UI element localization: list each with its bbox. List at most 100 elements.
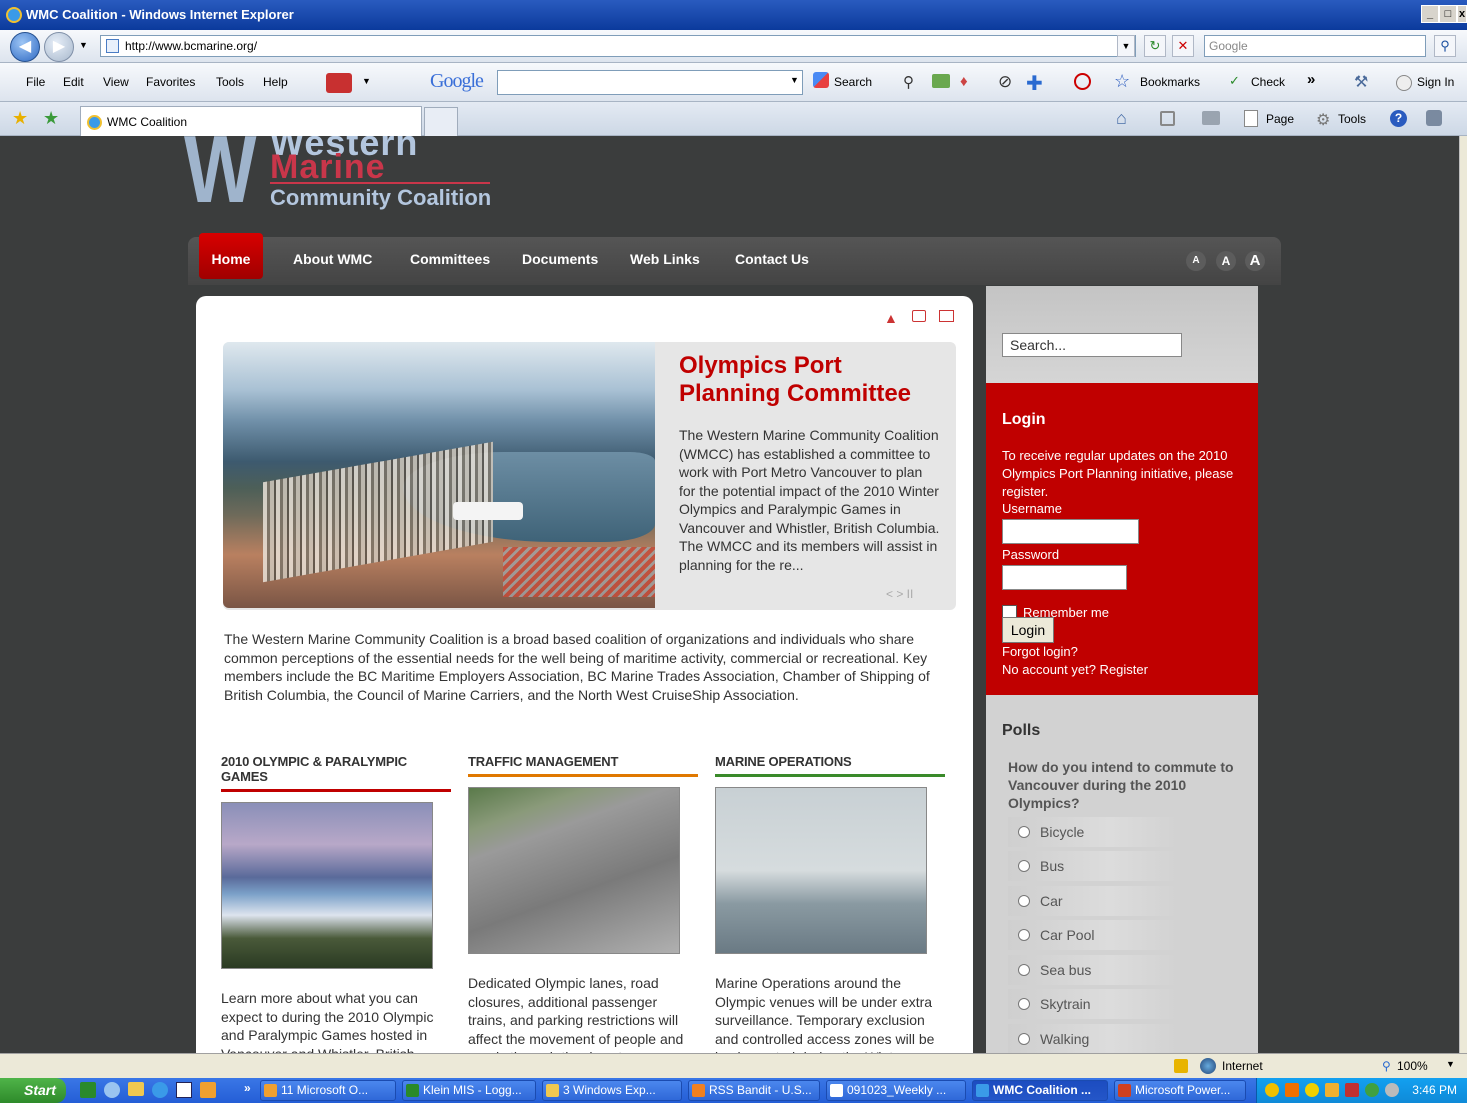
font-size-medium[interactable]: A (1216, 251, 1236, 271)
column-heading[interactable]: MARINE OPERATIONS (715, 754, 945, 774)
radio-icon[interactable] (1018, 860, 1030, 872)
bookmarks-button[interactable]: Bookmarks (1140, 75, 1200, 89)
back-button[interactable]: ◀ (10, 32, 40, 62)
column-heading[interactable]: TRAFFIC MANAGEMENT (468, 754, 698, 774)
security-zone[interactable]: Internet (1222, 1059, 1263, 1073)
tray-icon[interactable] (1325, 1083, 1339, 1097)
poll-option-bicycle[interactable]: Bicycle (1008, 817, 1178, 847)
quicklaunch-icon[interactable] (80, 1082, 96, 1098)
menu-view[interactable]: View (103, 75, 129, 89)
email-icon[interactable] (939, 310, 954, 322)
menu-edit[interactable]: Edit (63, 75, 84, 89)
star-icon[interactable]: ☆ (1114, 71, 1130, 92)
nav-committees[interactable]: Committees (410, 251, 490, 267)
taskbar-item[interactable]: Microsoft Power... (1114, 1080, 1246, 1101)
radio-icon[interactable] (1018, 998, 1030, 1010)
tools-menu-button[interactable]: Tools (1338, 112, 1366, 126)
volume-icon[interactable] (1385, 1083, 1399, 1097)
more-quicklaunch-icon[interactable]: » (244, 1081, 251, 1095)
quicklaunch-icon[interactable] (200, 1082, 216, 1098)
taskbar-item-active[interactable]: WMC Coalition ... (972, 1080, 1108, 1101)
radio-icon[interactable] (1018, 895, 1030, 907)
close-button[interactable]: x (1457, 5, 1467, 23)
radio-icon[interactable] (1018, 964, 1030, 976)
username-input[interactable] (1002, 519, 1139, 544)
folder-icon[interactable] (128, 1082, 144, 1096)
new-tab-button[interactable] (424, 107, 458, 136)
menu-file[interactable]: File (26, 75, 45, 89)
ie-quicklaunch-icon[interactable] (152, 1082, 168, 1098)
featured-title[interactable]: Olympics Port Planning Committee (679, 352, 949, 408)
stamp-icon[interactable]: ♦ (960, 73, 968, 90)
register-link[interactable]: No account yet? Register (1002, 662, 1148, 677)
menu-tools[interactable]: Tools (216, 75, 244, 89)
sign-in-button[interactable]: Sign In (1417, 75, 1454, 89)
vertical-scrollbar[interactable] (1459, 136, 1467, 1053)
nav-web-links[interactable]: Web Links (630, 251, 700, 267)
site-search-input[interactable]: Search... (1002, 333, 1182, 357)
poll-option-sea-bus[interactable]: Sea bus (1008, 955, 1178, 985)
address-input[interactable]: http://www.bcmarine.org/ (100, 35, 1136, 57)
print-article-icon[interactable] (912, 310, 926, 322)
acrobat-icon[interactable] (326, 73, 352, 93)
zoom-icon[interactable]: ⚲ (903, 73, 914, 91)
poll-option-car[interactable]: Car (1008, 886, 1178, 916)
taskbar-item[interactable]: Klein MIS - Logg... (402, 1080, 536, 1101)
radio-icon[interactable] (1018, 1033, 1030, 1045)
add-favorites-icon[interactable]: ★ (43, 108, 59, 129)
poll-option-walking[interactable]: Walking (1008, 1024, 1178, 1053)
print-icon[interactable] (1202, 111, 1220, 125)
site-logo[interactable]: W Western Marine Community Coalition (184, 136, 504, 220)
forward-button[interactable]: ▶ (44, 32, 74, 62)
font-size-small[interactable]: A (1186, 251, 1206, 271)
traffic-image[interactable] (468, 787, 680, 954)
feeds-icon[interactable] (1160, 111, 1175, 126)
poll-option-car-pool[interactable]: Car Pool (1008, 920, 1178, 950)
wrench-icon[interactable]: ⚒ (1354, 72, 1368, 92)
search-go-icon[interactable]: ⚲ (1434, 35, 1456, 57)
menu-favorites[interactable]: Favorites (146, 75, 195, 89)
popup-blocker-icon[interactable] (1074, 73, 1091, 90)
google-search-input[interactable] (497, 70, 803, 95)
research-icon[interactable] (1426, 110, 1442, 126)
column-heading[interactable]: 2010 OLYMPIC & PARALYMPIC GAMES (221, 754, 451, 789)
acrobat-dropdown-icon[interactable]: ▼ (362, 76, 371, 86)
google-search-button[interactable]: Search (834, 75, 872, 89)
quicklaunch-icon[interactable] (104, 1082, 120, 1098)
shield-icon[interactable] (1305, 1083, 1319, 1097)
olympics-image[interactable] (221, 802, 433, 969)
page-menu-button[interactable]: Page (1266, 112, 1294, 126)
refresh-icon[interactable]: ↻ (1144, 35, 1166, 57)
pdf-icon[interactable]: ▲ (884, 310, 898, 326)
more-chevron-icon[interactable]: » (1307, 71, 1315, 88)
taskbar-item[interactable]: 3 Windows Exp... (542, 1080, 682, 1101)
tray-icon[interactable] (1285, 1083, 1299, 1097)
favorites-star-icon[interactable]: ★ (12, 108, 28, 129)
poll-option-skytrain[interactable]: Skytrain (1008, 989, 1178, 1019)
clock[interactable]: 3:46 PM (1412, 1083, 1457, 1097)
radio-icon[interactable] (1018, 826, 1030, 838)
marine-image[interactable] (715, 787, 927, 954)
menu-help[interactable]: Help (263, 75, 288, 89)
google-search-icon[interactable] (813, 72, 829, 88)
minimize-button[interactable]: _ (1421, 5, 1439, 23)
tray-icon[interactable] (1265, 1083, 1279, 1097)
spellcheck-icon[interactable]: ✓ (1229, 73, 1240, 89)
tab-wmc-coalition[interactable]: WMC Coalition (80, 106, 422, 136)
password-input[interactable] (1002, 565, 1127, 590)
address-dropdown-icon[interactable]: ▼ (1117, 35, 1135, 57)
stop-icon[interactable]: ✕ (1172, 35, 1194, 57)
antivirus-icon[interactable] (1345, 1083, 1359, 1097)
quicklaunch-icon[interactable] (176, 1082, 192, 1098)
nav-contact-us[interactable]: Contact Us (735, 251, 809, 267)
forgot-login-link[interactable]: Forgot login? (1002, 644, 1078, 659)
check-button[interactable]: Check (1251, 75, 1285, 89)
nav-documents[interactable]: Documents (522, 251, 598, 267)
maximize-button[interactable]: □ (1439, 5, 1457, 23)
taskbar-item[interactable]: 11 Microsoft O... (260, 1080, 396, 1101)
compass-icon[interactable]: ⊘ (998, 72, 1012, 92)
poll-option-bus[interactable]: Bus (1008, 851, 1178, 881)
radio-icon[interactable] (1018, 929, 1030, 941)
help-icon[interactable]: ? (1390, 110, 1407, 127)
home-icon[interactable]: ⌂ (1116, 108, 1127, 129)
